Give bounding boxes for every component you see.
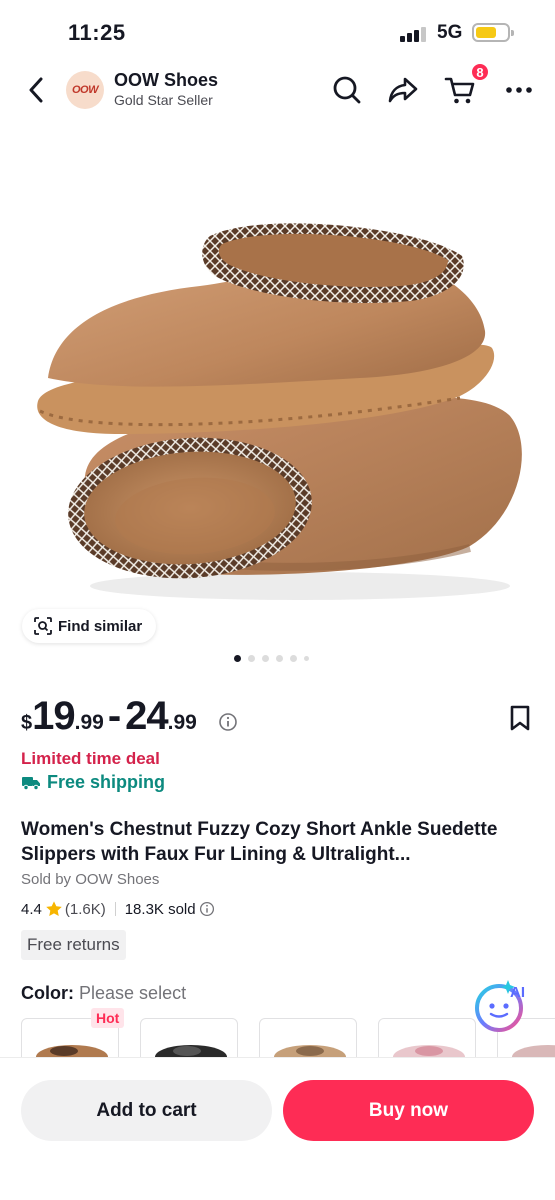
shop-avatar[interactable]: OOW [66, 71, 104, 109]
price-info-icon[interactable] [218, 712, 238, 732]
star-icon [46, 901, 62, 917]
pagination-dot[interactable] [248, 655, 255, 662]
shop-name[interactable]: OOW Shoes [114, 70, 218, 91]
color-swatch[interactable] [140, 1018, 238, 1058]
color-swatch[interactable] [259, 1018, 357, 1058]
network-label: 5G [437, 22, 463, 43]
rating-summary[interactable]: 4.4 (1.6K) 18.3K sold [21, 900, 215, 918]
ai-label: AI [510, 984, 525, 1001]
pagination-dot[interactable] [234, 655, 241, 662]
scan-icon [34, 617, 52, 635]
free-shipping-text: Free shipping [47, 772, 166, 792]
gallery-pagination [234, 655, 309, 662]
bookmark-icon[interactable] [508, 704, 532, 732]
product-title[interactable]: Women's Chestnut Fuzzy Cozy Short Ankle … [21, 817, 541, 867]
free-returns-tag[interactable]: Free returns [21, 930, 126, 960]
share-icon [388, 77, 418, 103]
pagination-dot[interactable] [304, 656, 309, 661]
price-currency: $ [21, 712, 33, 734]
price-min-whole: 19 [32, 694, 75, 738]
back-arrow-icon [29, 77, 43, 103]
status-time: 11:25 [68, 20, 126, 45]
swatch-thumbnail [393, 1045, 465, 1058]
hot-badge: Hot [91, 1008, 125, 1028]
top-nav: OOW OOW Shoes Gold Star Seller 8 [0, 62, 555, 116]
color-swatch[interactable] [378, 1018, 476, 1058]
add-to-cart-button[interactable]: Add to cart [21, 1080, 272, 1141]
status-bar: 11:25 5G [0, 0, 555, 64]
product-image-slippers [37, 223, 522, 600]
find-similar-label: Find similar [58, 617, 143, 635]
search-icon [333, 76, 361, 104]
color-label: Color: [21, 983, 74, 1003]
swatch-thumbnail [274, 1045, 346, 1058]
find-similar-button[interactable]: Find similar [22, 609, 157, 643]
signal-icon [400, 26, 428, 42]
sold-info-icon[interactable] [199, 901, 215, 917]
review-count: (1.6K) [64, 900, 106, 918]
price-separator: - [107, 694, 122, 738]
price-max-cents: .99 [167, 711, 197, 734]
swatch-thumbnail [155, 1045, 227, 1058]
buy-now-button[interactable]: Buy now [283, 1080, 534, 1141]
pagination-dot[interactable] [262, 655, 269, 662]
price-min-cents: .99 [74, 711, 104, 734]
limited-deal-label: Limited time deal [21, 749, 160, 768]
battery-icon [472, 23, 514, 42]
pagination-dot[interactable] [290, 655, 297, 662]
shop-badge: Gold Star Seller [114, 92, 213, 108]
color-selector-label[interactable]: Color: Please select [21, 983, 186, 1004]
share-button[interactable] [387, 74, 419, 106]
free-shipping-label: Free shipping [21, 772, 165, 793]
back-button[interactable] [20, 74, 52, 106]
product-detail-page: 11:25 5G OOW OOW Shoes Gold Star Seller [0, 0, 555, 1200]
rating-value: 4.4 [21, 900, 42, 918]
color-value: Please select [79, 983, 187, 1003]
price-max-whole: 24 [125, 694, 168, 738]
truck-icon [22, 776, 40, 790]
sold-count: 18.3K sold [124, 900, 196, 918]
cart-button[interactable] [444, 74, 476, 106]
shop-logo-text: OOW [72, 84, 99, 96]
product-image-gallery[interactable]: Find similar [0, 116, 555, 676]
more-icon [506, 87, 532, 93]
bottom-action-bar: Add to cart Buy now [0, 1057, 555, 1200]
pagination-dot[interactable] [276, 655, 283, 662]
cart-icon [444, 77, 475, 104]
sold-by-label[interactable]: Sold by OOW Shoes [21, 871, 159, 888]
price-range: $ 19 .99 - 24 .99 [21, 694, 197, 744]
search-button[interactable] [331, 74, 363, 106]
more-button[interactable] [503, 74, 535, 106]
ai-assistant-button[interactable]: AI [472, 975, 530, 1033]
cart-count-badge: 8 [470, 62, 490, 82]
divider [114, 902, 116, 916]
